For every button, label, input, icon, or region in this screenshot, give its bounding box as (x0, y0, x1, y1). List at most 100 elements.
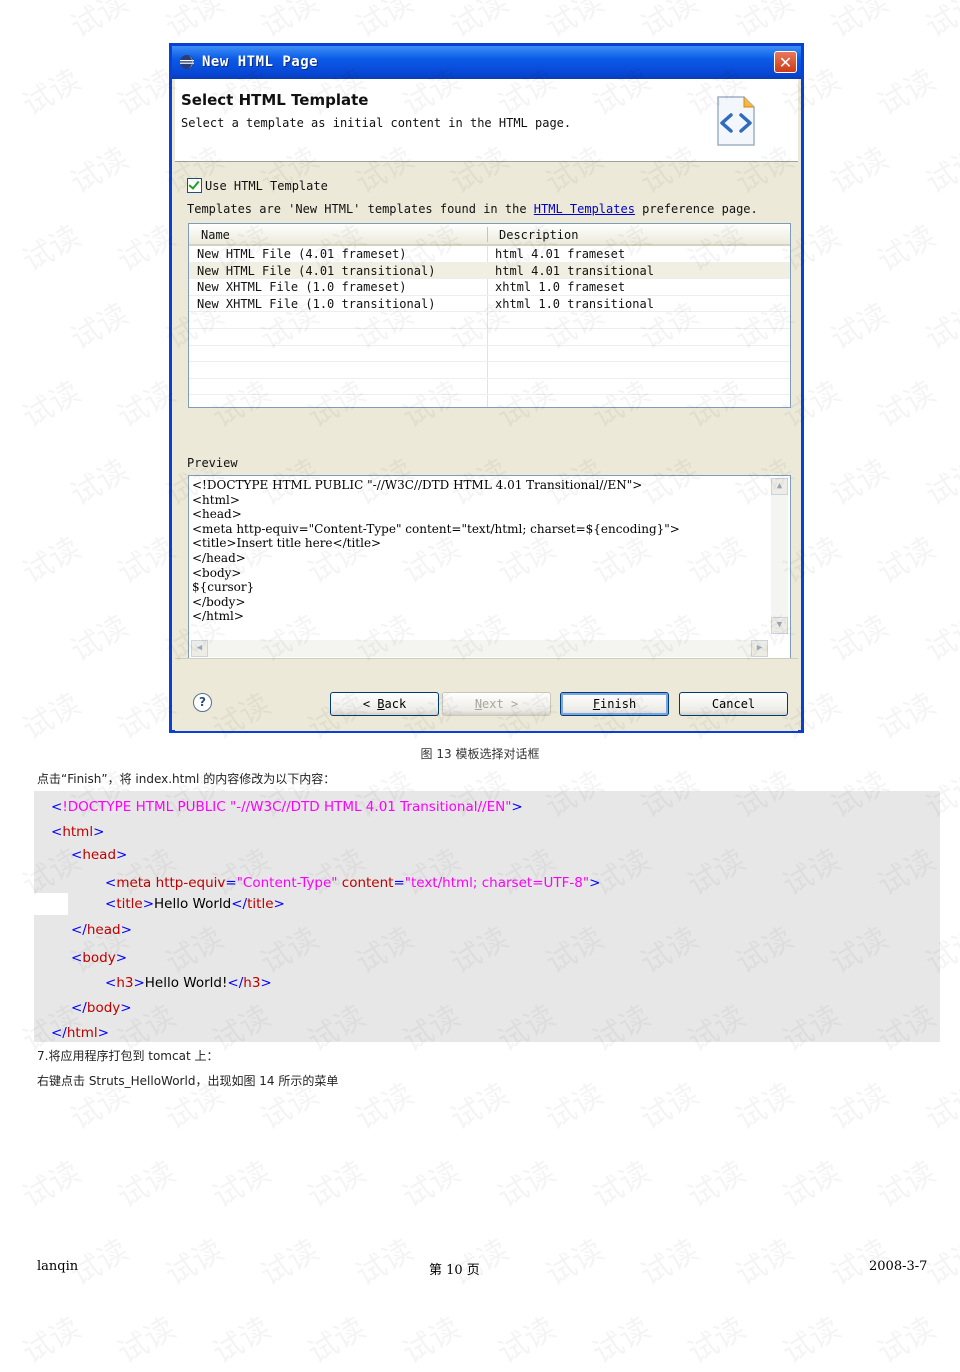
finish-label: inish (600, 697, 637, 711)
watermark-text: 试读 (203, 1304, 277, 1372)
templates-table: Name Description New HTML File (4.01 fra… (188, 223, 791, 408)
row-description: html 4.01 frameset (495, 247, 626, 261)
watermark-text: 试读 (583, 1148, 657, 1216)
html-templates-link[interactable]: HTML Templates (534, 202, 635, 216)
table-row-empty (189, 362, 790, 379)
code-line-body-close: </body> (71, 1000, 132, 1016)
wizard-body: Use HTML Template Templates are 'New HTM… (175, 162, 798, 660)
next-label: ext (482, 697, 504, 711)
watermark-text: 试读 (583, 1304, 657, 1372)
code-line-doctype: <!DOCTYPE HTML PUBLIC "-//W3C//DTD HTML … (51, 799, 523, 815)
code-line-meta: <meta http-equiv="Content-Type" content=… (105, 875, 601, 891)
close-button[interactable]: ✕ (774, 51, 797, 73)
paragraph-step-7: 7.将应用程序打包到 tomcat 上： (37, 1049, 219, 1063)
watermark-text: 试读 (13, 680, 87, 748)
watermark-text: 试读 (916, 0, 960, 46)
watermark-text: 试读 (346, 0, 420, 46)
watermark-text: 试读 (773, 1148, 847, 1216)
watermark-text: 试读 (251, 0, 325, 46)
cancel-button[interactable]: Cancel (679, 692, 788, 716)
vertical-scrollbar[interactable]: ▲ ▼ (771, 478, 788, 634)
help-icon[interactable]: ? (193, 693, 212, 712)
table-row[interactable]: New XHTML File (1.0 transitional) xhtml 1… (189, 296, 790, 313)
preview-code: <!DOCTYPE HTML PUBLIC "-//W3C//DTD HTML … (192, 478, 680, 624)
watermark-text: 试读 (61, 602, 135, 670)
scroll-left-icon[interactable]: ◀ (191, 640, 208, 657)
watermark-text: 试读 (156, 1226, 230, 1294)
scroll-up-icon[interactable]: ▲ (771, 478, 788, 495)
table-row-empty (189, 379, 790, 396)
preview-label: Preview (187, 456, 238, 470)
wizard-title: Select HTML Template (181, 91, 369, 109)
finish-mnemonic: F (592, 697, 601, 711)
watermark-text: 试读 (868, 368, 942, 436)
table-row[interactable]: New HTML File (4.01 frameset) html 4.01 f… (189, 246, 790, 263)
watermark-text: 试读 (156, 0, 230, 46)
watermark-text: 试读 (868, 680, 942, 748)
table-row[interactable]: New XHTML File (1.0 frameset) xhtml 1.0 f… (189, 279, 790, 296)
figure-caption: 图 13 模板选择对话框 (420, 747, 540, 761)
use-template-checkbox[interactable] (187, 178, 202, 193)
eclipse-icon (180, 55, 194, 69)
watermark-text: 试读 (821, 446, 895, 514)
table-row-empty (189, 329, 790, 346)
dialog-titlebar[interactable]: New HTML Page ✕ (172, 46, 801, 79)
use-template-row[interactable]: Use HTML Template (187, 178, 328, 193)
html-file-icon (717, 96, 755, 146)
watermark-text: 试读 (13, 1148, 87, 1216)
next-button[interactable]: Next > (442, 692, 551, 716)
row-name: New XHTML File (1.0 transitional) (197, 296, 436, 311)
column-description-label: Description (499, 228, 579, 242)
column-name-label: Name (201, 228, 230, 242)
scroll-right-icon[interactable]: ▶ (751, 640, 768, 657)
table-row-empty (189, 346, 790, 363)
watermark-text: 试读 (868, 1148, 942, 1216)
paragraph-finish: 点击“Finish”，将 index.html 的内容修改为以下内容： (37, 772, 336, 786)
watermark-text: 试读 (13, 212, 87, 280)
watermark-text: 试读 (868, 524, 942, 592)
table-row-selected[interactable]: New HTML File (4.01 transitional) html 4.… (189, 262, 790, 280)
new-html-page-dialog: New HTML Page ✕ Select HTML Template Sel… (169, 43, 804, 733)
footer-page-number: 第 10 页 (429, 1263, 480, 1278)
footer-date: 2008-3-7 (869, 1259, 928, 1274)
watermark-text: 试读 (821, 1070, 895, 1138)
watermark-text: 试读 (393, 1304, 467, 1372)
watermark-text: 试读 (916, 446, 960, 514)
watermark-text: 试读 (203, 1148, 277, 1216)
watermark-text: 试读 (678, 1148, 752, 1216)
watermark-text: 试读 (821, 0, 895, 46)
watermark-text: 试读 (488, 1304, 562, 1372)
watermark-text: 试读 (536, 1226, 610, 1294)
row-description: xhtml 1.0 frameset (495, 280, 626, 295)
back-label: ack (384, 697, 407, 711)
watermark-text: 试读 (631, 1226, 705, 1294)
watermark-text: 试读 (868, 212, 942, 280)
watermark-text: 试读 (821, 290, 895, 358)
row-description: xhtml 1.0 transitional (495, 296, 654, 311)
back-mnemonic: B (377, 697, 385, 711)
preview-pane[interactable]: <!DOCTYPE HTML PUBLIC "-//W3C//DTD HTML … (188, 475, 791, 660)
scroll-down-icon[interactable]: ▼ (771, 617, 788, 634)
horizontal-scrollbar[interactable]: ◀ ▶ (191, 640, 768, 657)
watermark-text: 试读 (393, 1148, 467, 1216)
watermark-text: 试读 (536, 0, 610, 46)
code-line-title: <title>Hello World</title> (105, 896, 285, 912)
code-line-head-open: <head> (71, 847, 128, 863)
watermark-text: 试读 (916, 602, 960, 670)
watermark-text: 试读 (441, 0, 515, 46)
finish-button[interactable]: Finish (560, 692, 669, 716)
row-description: html 4.01 transitional (495, 263, 654, 278)
watermark-text: 试读 (536, 1070, 610, 1138)
watermark-text: 试读 (13, 56, 87, 124)
table-rows: New HTML File (4.01 frameset) html 4.01 f… (189, 246, 790, 407)
watermark-text: 试读 (346, 1070, 420, 1138)
code-line-head-close: </head> (71, 922, 132, 938)
code-line-body-open: <body> (71, 950, 128, 966)
watermark-text: 试读 (13, 368, 87, 436)
watermark-text: 试读 (868, 56, 942, 124)
row-name: New HTML File (4.01 frameset) (197, 247, 407, 261)
code-listing: <!DOCTYPE HTML PUBLIC "-//W3C//DTD HTML … (34, 791, 940, 1042)
watermark-text: 试读 (13, 524, 87, 592)
back-button[interactable]: < Back (330, 692, 439, 716)
watermark-text: 试读 (108, 1148, 182, 1216)
